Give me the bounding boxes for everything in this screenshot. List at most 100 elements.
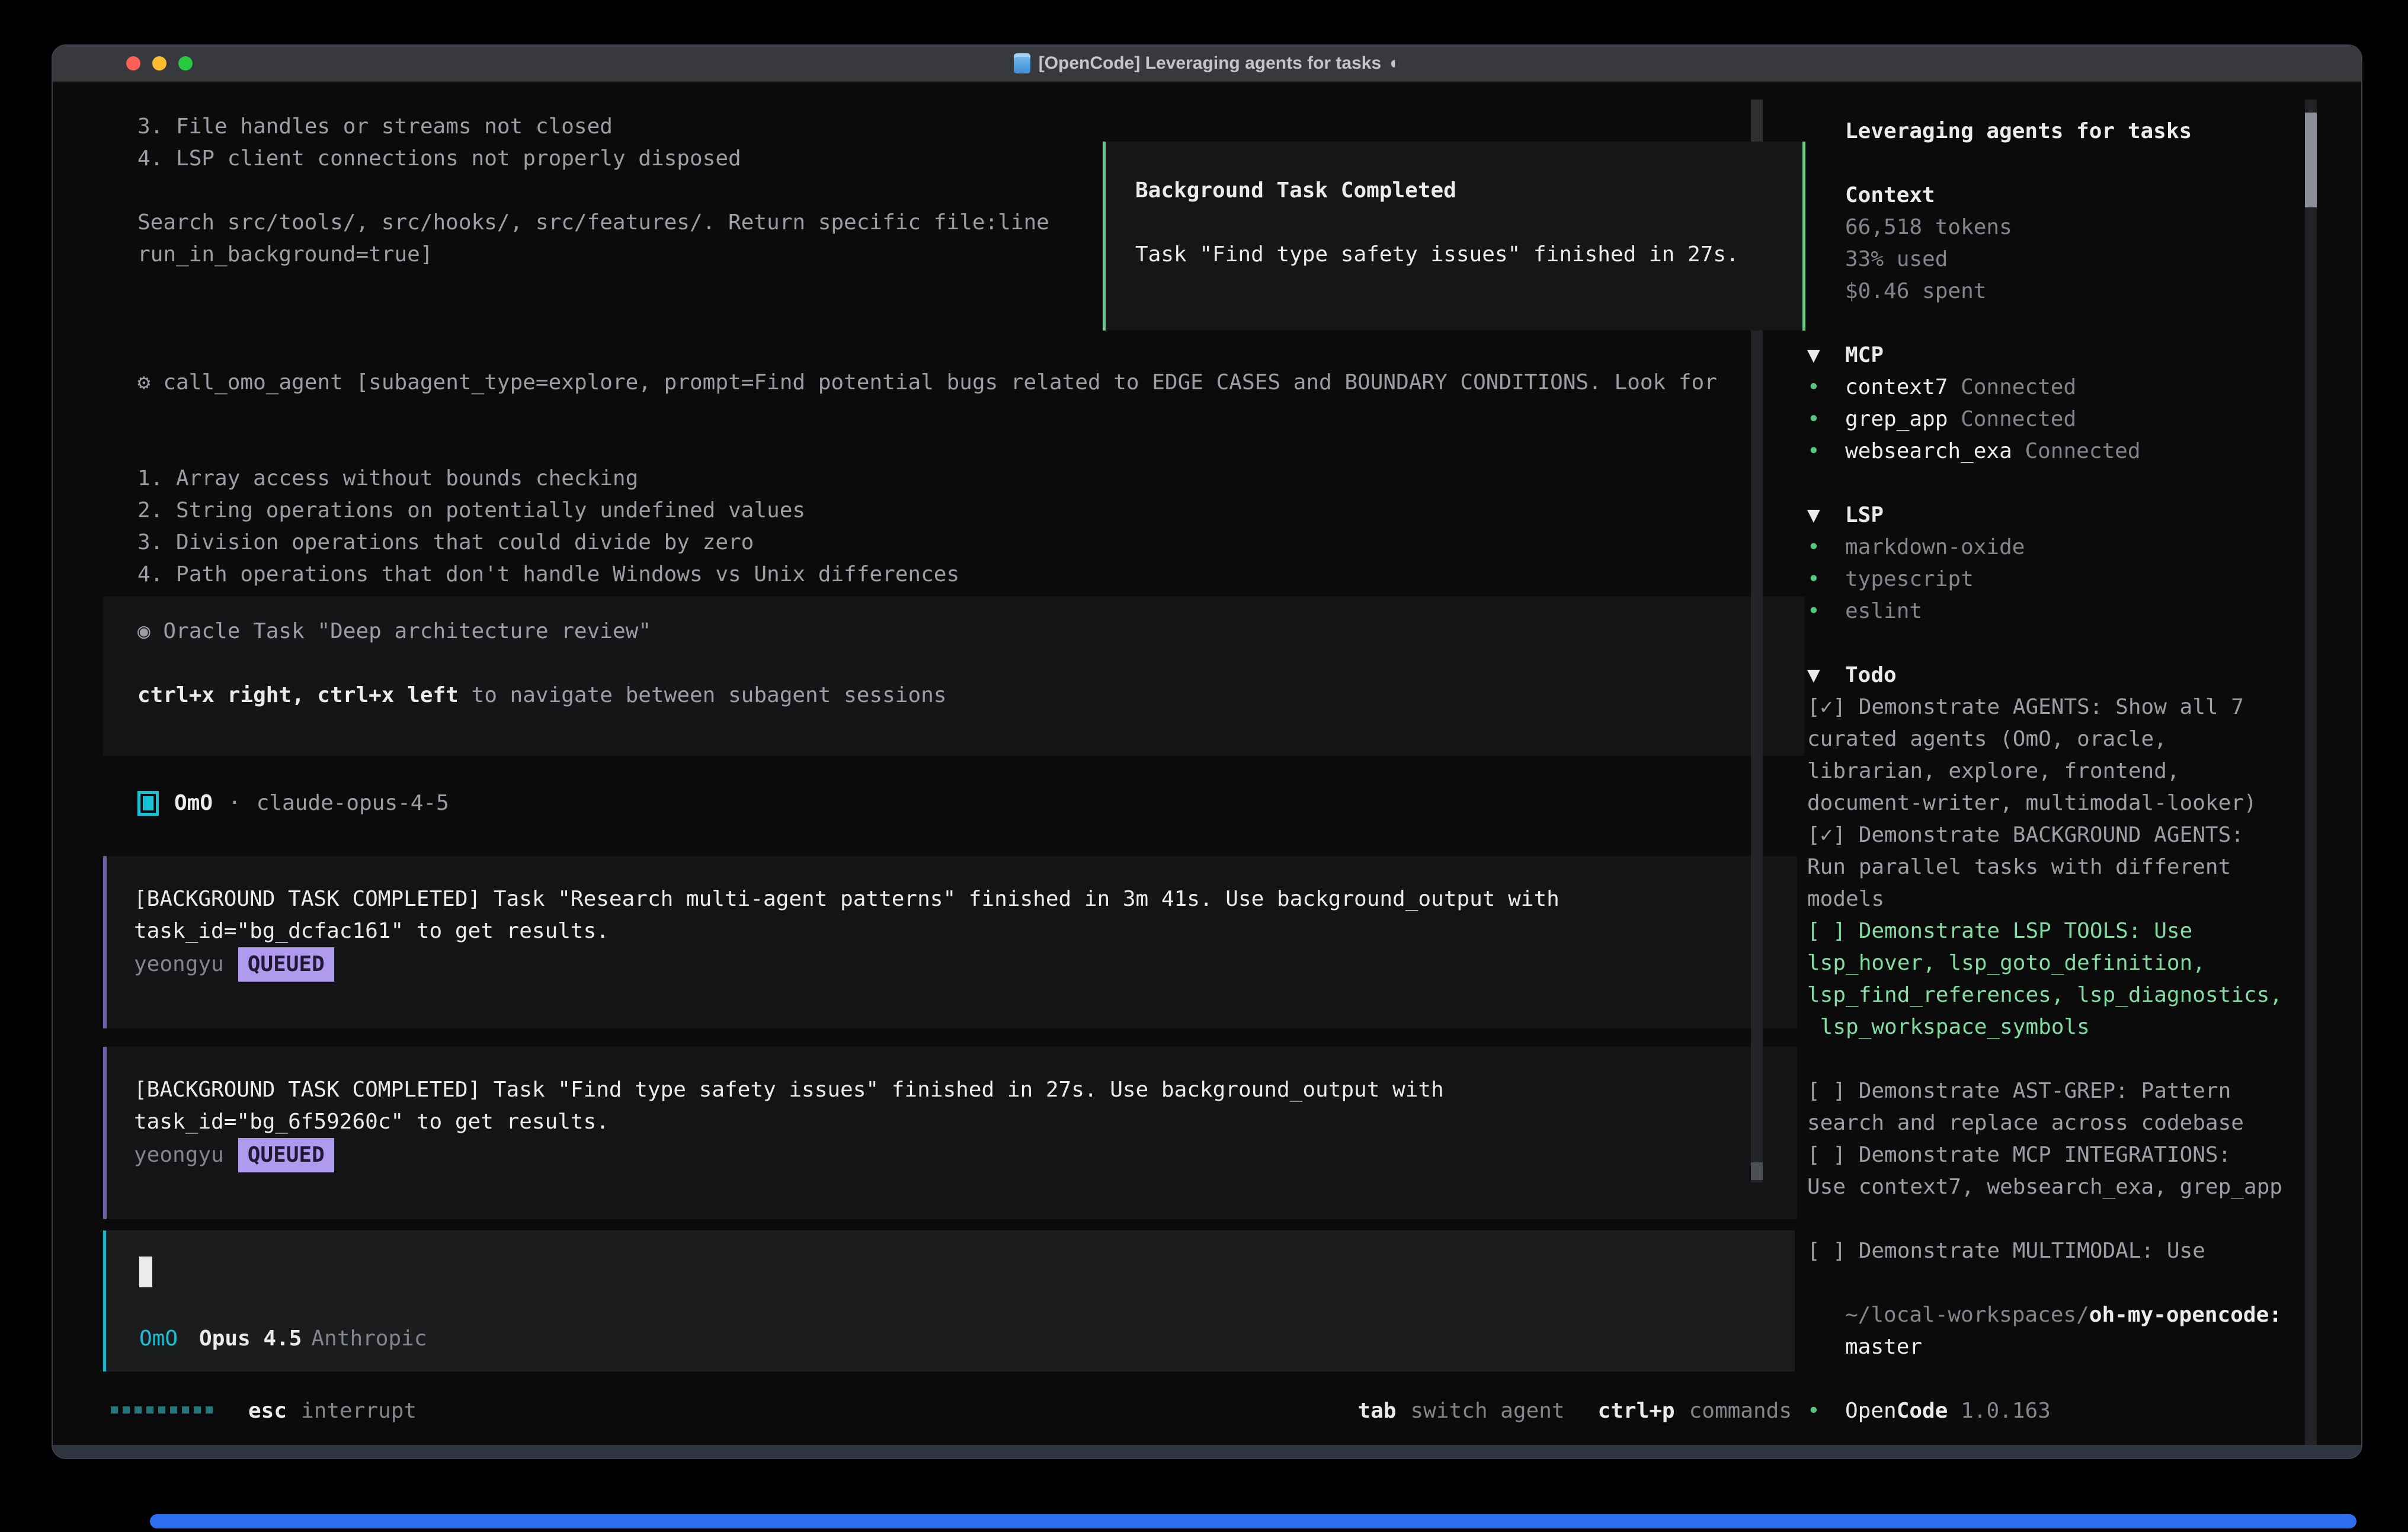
mcp-section-header[interactable]: ▼MCP <box>1807 339 2317 371</box>
context-spent: $0.46 spent <box>1807 275 2317 307</box>
toast-title: Background Task Completed <box>1135 175 1802 207</box>
workspace-path: ~/local-workspaces/oh-my-opencode: <box>1807 1299 2317 1331</box>
collapse-arrow-icon: ▼ <box>1807 659 1845 691</box>
agent-header: OmO · claude-opus-4-5 <box>137 787 449 819</box>
agent-square-icon <box>137 791 159 816</box>
lsp-name: markdown-oxide <box>1845 535 2025 559</box>
task-result-box: [BACKGROUND TASK COMPLETED] Task "Resear… <box>103 856 1797 1028</box>
todo-item: [ ] Demonstrate MCP INTEGRATIONS: Use co… <box>1807 1139 2317 1203</box>
spinner-dot-icon <box>158 1406 165 1414</box>
proxy-icon: ◐ <box>1389 53 1400 73</box>
todo-item: [ ] Demonstrate AST-GREP: Pattern search… <box>1807 1075 2317 1139</box>
app-name-bold: Code <box>1897 1399 1948 1423</box>
gear-icon: ⚙ <box>137 370 150 395</box>
bullet-icon: • <box>1807 371 1845 403</box>
task-user: yeongyu <box>134 1143 224 1167</box>
mcp-status: Connected <box>1961 407 2076 431</box>
mcp-status: Connected <box>1961 375 2076 399</box>
app-version: 1.0.163 <box>1961 1399 2051 1423</box>
spinner-dot-icon <box>123 1406 130 1414</box>
statusbar-left: esc interrupt <box>111 1395 417 1427</box>
oracle-task-box[interactable]: ◉ Oracle Task "Deep architecture review"… <box>103 597 1804 756</box>
esc-key-label: interrupt <box>301 1395 417 1427</box>
lsp-section-header[interactable]: ▼LSP <box>1807 499 2317 531</box>
input-model: Opus 4.5 <box>199 1323 302 1355</box>
lsp-name: typescript <box>1845 567 1974 591</box>
esc-key-hint: esc <box>248 1395 287 1427</box>
todo-item: [✓] Demonstrate AGENTS: Show all 7 curat… <box>1807 691 2317 819</box>
bullet-icon: • <box>1807 403 1845 435</box>
lsp-name: eslint <box>1845 599 1922 623</box>
mcp-item: •websearch_exa Connected <box>1807 435 2317 467</box>
tab-key-label: switch agent <box>1410 1395 1564 1427</box>
mcp-status: Connected <box>2025 439 2140 463</box>
ctrlp-key-label: commands <box>1689 1395 1792 1427</box>
lsp-item: •markdown-oxide <box>1807 531 2317 563</box>
statusbar-right: tab switch agent ctrl+p commands <box>1357 1395 1792 1427</box>
mcp-name: grep_app <box>1845 407 1948 431</box>
bullet-icon: • <box>1807 595 1845 627</box>
close-button[interactable] <box>126 56 140 70</box>
workspace-repo: oh-my-opencode: <box>2089 1303 2282 1327</box>
mcp-name: context7 <box>1845 375 1948 399</box>
mcp-item: •context7 Connected <box>1807 371 2317 403</box>
log-intro: 3. File handles or streams not closed 4.… <box>137 111 1049 271</box>
window-bottom-edge <box>53 1445 2361 1458</box>
collapse-arrow-icon: ▼ <box>1807 499 1845 531</box>
window-titlebar[interactable]: [OpenCode] Leveraging agents for tasks ◐ <box>53 46 2361 82</box>
sidebar-scrollbar[interactable] <box>2305 100 2317 1446</box>
task-message: [BACKGROUND TASK COMPLETED] Task "Find t… <box>134 1074 1797 1138</box>
status-badge: QUEUED <box>238 947 334 982</box>
tab-key-hint: tab <box>1357 1395 1396 1427</box>
todo-header-label: Todo <box>1845 663 1897 687</box>
todo-item: [ ] Demonstrate MULTIMODAL: Use <box>1807 1235 2317 1267</box>
bullet-icon: • <box>1807 435 1845 467</box>
background-task-toast[interactable]: Background Task Completed Task "Find typ… <box>1103 142 1805 331</box>
lsp-item: •eslint <box>1807 595 2317 627</box>
workspace-branch: master <box>1807 1331 2317 1363</box>
version-row: •OpenCode 1.0.163 <box>1807 1395 2317 1427</box>
mcp-item: •grep_app Connected <box>1807 403 2317 435</box>
spinner-dots <box>111 1406 217 1416</box>
main-scrollbar-topcap <box>1751 100 1763 143</box>
bullet-icon: • <box>1807 563 1845 595</box>
agent-model: claude-opus-4-5 <box>257 787 449 819</box>
window-title-group: [OpenCode] Leveraging agents for tasks ◐ <box>1014 53 1401 73</box>
zoom-button[interactable] <box>178 56 193 70</box>
spinner-dot-icon <box>111 1406 118 1414</box>
app-name: Open <box>1845 1399 1897 1423</box>
spinner-dot-icon <box>194 1406 201 1414</box>
ctrlp-key-hint: ctrl+p <box>1598 1395 1675 1427</box>
collapse-arrow-icon: ▼ <box>1807 339 1845 371</box>
todo-item: [✓] Demonstrate BACKGROUND AGENTS: Run p… <box>1807 819 2317 915</box>
bullet-icon: • <box>1807 531 1845 563</box>
task-user: yeongyu <box>134 952 224 976</box>
sidebar-title: Leveraging agents for tasks <box>1807 116 2317 148</box>
todo-section-header[interactable]: ▼Todo <box>1807 659 2317 691</box>
context-used: 33% used <box>1807 243 2317 275</box>
sidebar-scrollbar-thumb[interactable] <box>2305 113 2317 207</box>
dock-indicator-bar[interactable] <box>150 1514 2356 1528</box>
todo-item-active: [ ] Demonstrate LSP TOOLS: Use lsp_hover… <box>1807 915 2317 1043</box>
input-footer: OmO Opus 4.5 Anthropic <box>139 1323 427 1355</box>
context-header: Context <box>1807 180 2317 211</box>
agent-name: OmO <box>174 787 213 819</box>
spinner-dot-icon <box>182 1406 189 1414</box>
oracle-title: Oracle Task "Deep architecture review" <box>150 619 651 643</box>
document-icon <box>1014 53 1030 73</box>
toast-body: Task "Find type safety issues" finished … <box>1135 239 1802 271</box>
spinner-dot-icon <box>135 1406 142 1414</box>
spinner-dot-icon <box>206 1406 213 1414</box>
input-agent: OmO <box>139 1323 178 1355</box>
tool-call-head: call_omo_agent [subagent_type=explore, p… <box>163 370 1717 395</box>
oracle-hint-keys: ctrl+x right, ctrl+x left <box>137 683 459 707</box>
spinner-dot-icon <box>170 1406 177 1414</box>
context-tokens: 66,518 tokens <box>1807 211 2317 243</box>
sidebar: Leveraging agents for tasks Context 66,5… <box>1807 116 2317 1427</box>
prompt-input[interactable]: OmO Opus 4.5 Anthropic <box>103 1230 1795 1371</box>
main-scrollbar-thumb[interactable] <box>1751 1162 1763 1180</box>
terminal-window: [OpenCode] Leveraging agents for tasks ◐… <box>52 44 2362 1459</box>
lsp-header-label: LSP <box>1845 503 1884 527</box>
minimize-button[interactable] <box>152 56 166 70</box>
status-badge: QUEUED <box>238 1138 334 1172</box>
